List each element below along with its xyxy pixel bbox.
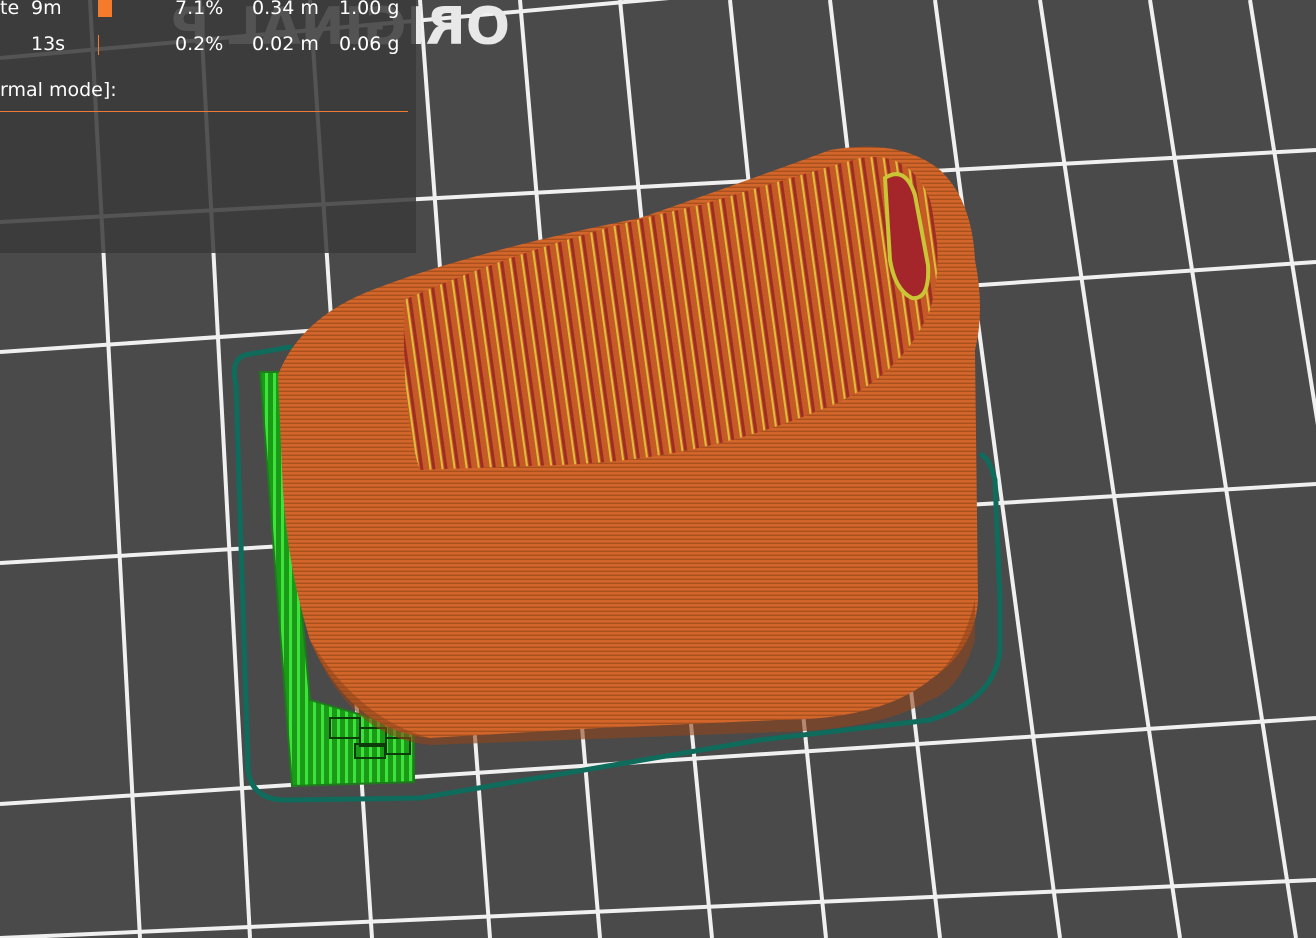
legend-row-1-swatch bbox=[98, 0, 112, 17]
legend-row-2-length: 0.02 m bbox=[252, 33, 319, 55]
legend-panel: te 9m 7.1% 0.34 m 1.00 g 13s 0.2% 0.02 m… bbox=[0, 0, 416, 253]
legend-row-2-percent: 0.2% bbox=[175, 33, 224, 55]
legend-row-1-length: 0.34 m bbox=[252, 0, 319, 19]
legend-row-2-swatch bbox=[98, 35, 99, 55]
legend-row-1-time: 9m bbox=[31, 0, 62, 19]
legend-divider bbox=[0, 111, 408, 112]
legend-row-2-time: 13s bbox=[31, 33, 66, 55]
legend-section-title: rmal mode]: bbox=[0, 79, 117, 101]
legend-row-2-weight: 0.06 g bbox=[339, 33, 400, 55]
legend-row-1-percent: 7.1% bbox=[175, 0, 224, 19]
legend-row-1-weight: 1.00 g bbox=[339, 0, 400, 19]
legend-row-1-feature: te bbox=[0, 0, 20, 19]
